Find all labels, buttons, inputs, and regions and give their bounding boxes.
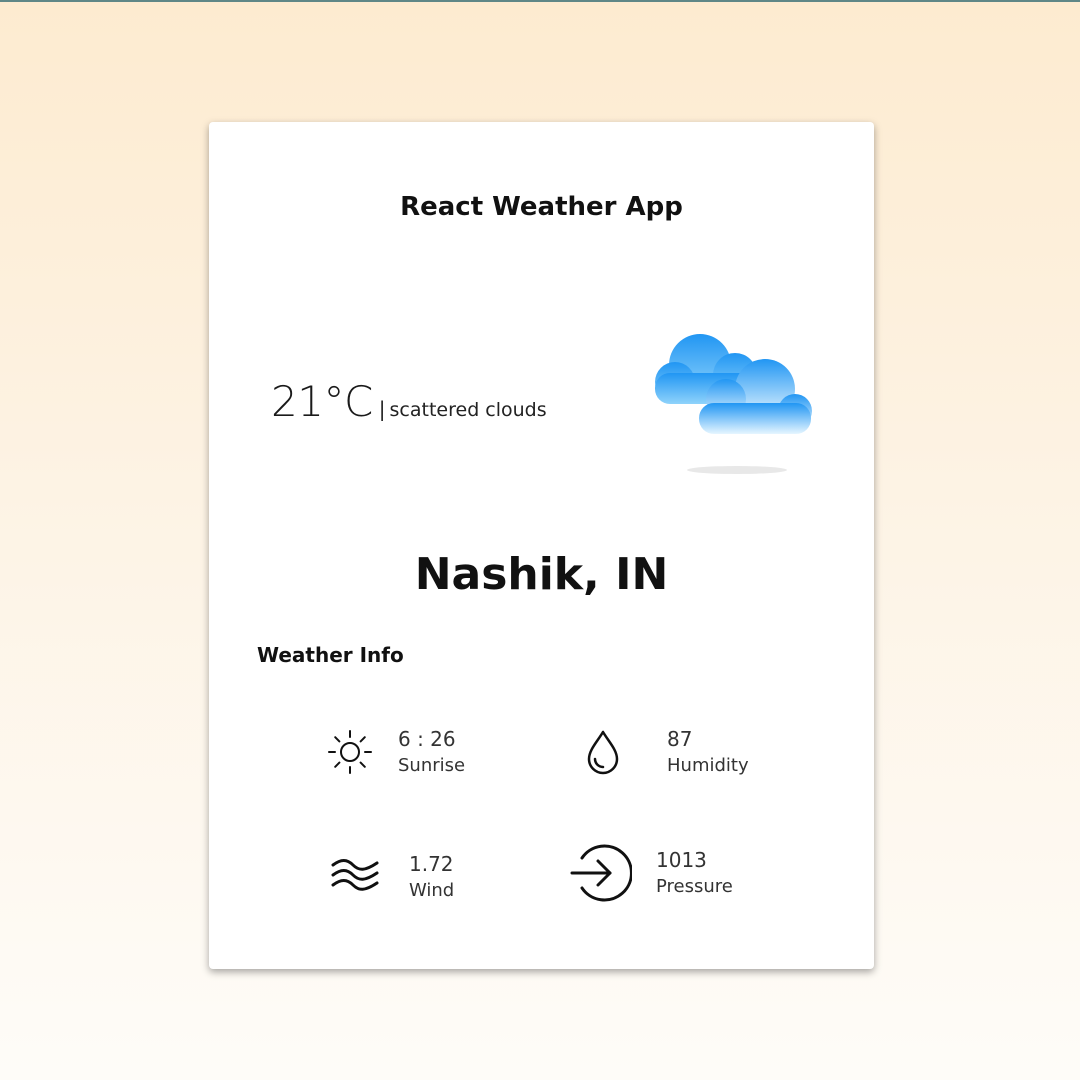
info-item-pressure: 1013 Pressure <box>570 842 733 904</box>
separator: | <box>378 397 386 421</box>
humidity-value: 87 <box>667 727 693 751</box>
city-name: Nashik, IN <box>414 549 669 600</box>
wind-value: 1.72 <box>409 852 454 876</box>
weather-info-heading: Weather Info <box>257 643 404 667</box>
droplet-icon <box>587 730 619 775</box>
wind-label: Wind <box>409 880 455 901</box>
temperature: 21°C <box>271 377 373 426</box>
weather-card: React Weather App 21°C | scattered cloud… <box>209 122 874 969</box>
sun-icon <box>328 730 372 774</box>
current-weather: 21°C | scattered clouds <box>271 377 547 426</box>
app-title: React Weather App <box>400 192 683 222</box>
pressure-icon <box>570 844 632 902</box>
wind-icon <box>331 859 379 891</box>
humidity-label: Humidity <box>667 755 749 776</box>
info-item-humidity: 87 Humidity <box>579 725 749 779</box>
sunrise-value: 6 : 26 <box>398 727 456 751</box>
scattered-clouds-icon <box>655 334 812 474</box>
pressure-value: 1013 <box>656 848 707 872</box>
sunrise-label: Sunrise <box>398 755 466 776</box>
info-item-sunrise: 6 : 26 Sunrise <box>326 725 465 779</box>
weather-condition: scattered clouds <box>389 399 547 421</box>
pressure-label: Pressure <box>656 876 733 897</box>
info-item-wind: 1.72 Wind <box>331 850 454 904</box>
